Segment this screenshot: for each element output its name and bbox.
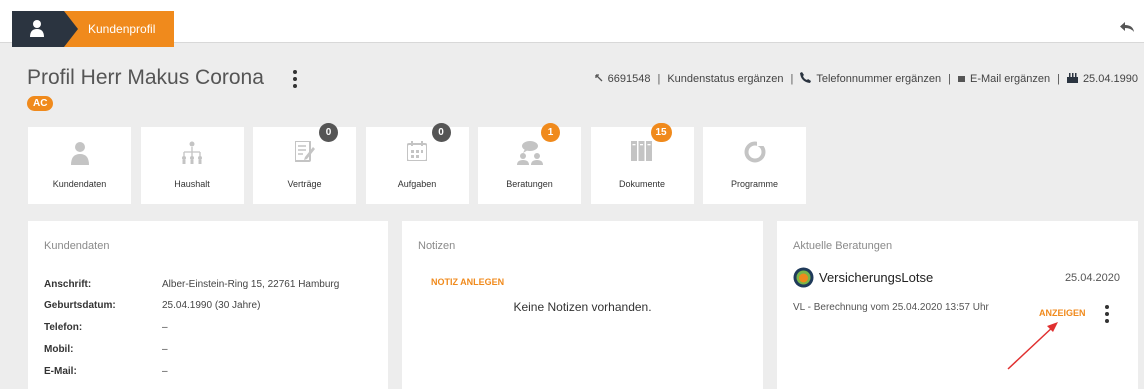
contract-edit-icon — [294, 141, 315, 162]
programme-ring-icon — [744, 141, 766, 163]
address-row: Anschrift: Alber-Einstein-Ring 15, 22761 … — [44, 279, 339, 290]
user-profile-button[interactable] — [12, 11, 64, 47]
customer-status-link[interactable]: Kundenstatus ergänzen — [667, 73, 783, 85]
tile-programme[interactable]: Programme — [703, 127, 806, 204]
email-row: E-Mail: – — [44, 366, 168, 377]
tab-kundenprofil[interactable]: Kundenprofil — [64, 11, 174, 47]
field-label: Telefon: — [44, 322, 83, 333]
user-icon — [30, 20, 44, 37]
email-add-link[interactable]: E-Mail ergänzen — [970, 73, 1050, 85]
phone-add-link[interactable]: Telefonnummer ergänzen — [816, 73, 941, 85]
tab-arrow-shape — [64, 11, 78, 47]
top-bar: Kundenprofil — [0, 0, 1144, 47]
navigation-tiles: Kundendaten Haushalt 0 Verträge 0 Aufgab… — [28, 123, 816, 204]
field-value: – — [162, 366, 168, 377]
pin-icon — [594, 73, 603, 85]
field-label: Anschrift: — [44, 279, 92, 290]
tile-dokumente[interactable]: 15 Dokumente — [590, 123, 694, 204]
tile-kundendaten[interactable]: Kundendaten — [28, 127, 131, 204]
birthday-cake-icon — [1066, 72, 1078, 86]
phone-icon — [800, 72, 812, 86]
vertraege-count-badge: 0 — [319, 123, 338, 142]
tile-label: Aufgaben — [397, 179, 437, 189]
tile-beratungen[interactable]: 1 Beratungen — [478, 123, 581, 204]
tile-vertraege[interactable]: 0 Verträge — [253, 123, 356, 204]
page-title: Profil Herr Makus Corona — [27, 66, 264, 89]
field-value: Alber-Einstein-Ring 15, 22761 Hamburg — [162, 279, 340, 290]
tile-haushalt[interactable]: Haushalt — [140, 127, 244, 204]
tile-label: Verträge — [287, 179, 322, 189]
tile-label: Kundendaten — [52, 179, 107, 189]
tile-aufgaben[interactable]: 0 Aufgaben — [365, 123, 469, 204]
documents-icon — [631, 141, 652, 161]
field-label: Geburtsdatum: — [44, 300, 116, 311]
calendar-icon — [407, 141, 427, 161]
person-icon — [70, 142, 89, 165]
profile-meta-bar: 6691548 | Kundenstatus ergänzen | Telefo… — [594, 72, 1138, 86]
status-badge: AC — [27, 96, 54, 111]
profile-menu-icon[interactable] — [290, 70, 300, 90]
add-note-button[interactable]: NOTIZ ANLEGEN — [431, 277, 504, 287]
birthdate-row: Geburtsdatum: 25.04.1990 (30 Jahre) — [44, 300, 260, 311]
dokumente-count-badge: 15 — [650, 123, 672, 142]
empty-notes-message: Keine Notizen vorhanden. — [513, 300, 652, 314]
tile-label: Dokumente — [618, 179, 666, 189]
mobile-row: Mobil: – — [44, 344, 168, 355]
consultation-icon — [516, 141, 543, 165]
panel-title: Notizen — [418, 240, 456, 252]
tile-label: Haushalt — [174, 179, 210, 189]
birthday-date: 25.04.1990 — [1082, 73, 1138, 85]
panel-title: Kundendaten — [44, 240, 110, 252]
field-value: – — [162, 344, 168, 355]
customer-id: 6691548 — [607, 73, 651, 85]
aufgaben-count-badge: 0 — [431, 123, 451, 142]
beratungen-panel: Aktuelle Beratungen VersicherungsLotse 2… — [777, 221, 1138, 389]
email-icon — [957, 73, 965, 85]
beratungen-count-badge: 1 — [541, 123, 560, 142]
tile-label: Beratungen — [506, 179, 553, 189]
field-label: Mobil: — [44, 344, 74, 355]
phone-row: Telefon: – — [44, 322, 168, 333]
tile-label: Programme — [730, 179, 778, 189]
reply-arrow-icon[interactable] — [1120, 22, 1134, 32]
field-label: E-Mail: — [44, 366, 77, 377]
field-value: 25.04.1990 (30 Jahre) — [162, 300, 261, 311]
household-tree-icon — [182, 141, 202, 164]
annotation-arrow-icon — [1007, 322, 1058, 370]
notizen-panel: Notizen NOTIZ ANLEGEN Keine Notizen vorh… — [402, 221, 763, 389]
kundendaten-panel: Kundendaten Anschrift: Alber-Einstein-Rin… — [28, 221, 388, 389]
field-value: – — [162, 322, 168, 333]
